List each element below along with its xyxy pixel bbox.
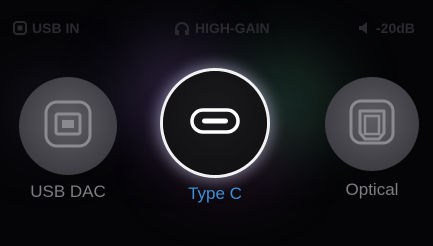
status-input: USB IN (13, 20, 79, 36)
usb-square-icon (13, 21, 27, 35)
usb-c-port-icon (190, 108, 240, 138)
status-volume-label: -20dB (376, 20, 415, 36)
speaker-icon (358, 21, 371, 35)
status-input-label: USB IN (32, 20, 80, 36)
source-usb-dac-label: USB DAC (30, 182, 106, 201)
source-type-c-label: Type C (188, 184, 242, 203)
optical-port-icon (349, 99, 395, 149)
source-optical-button[interactable] (325, 77, 419, 171)
status-gain: HIGH-GAIN (174, 20, 270, 36)
source-usb-dac-button[interactable] (19, 77, 117, 175)
source-select-screen: USB IN HIGH-GAIN -20dB USB DAC Type C Op… (0, 0, 433, 246)
headphones-icon (174, 21, 190, 35)
source-optical-label: Optical (345, 180, 399, 199)
status-bar: USB IN HIGH-GAIN -20dB (0, 0, 433, 40)
usb-b-port-icon (44, 100, 92, 152)
status-gain-label: HIGH-GAIN (195, 20, 270, 36)
source-type-c-button[interactable] (163, 71, 267, 175)
status-volume: -20dB (358, 20, 415, 36)
